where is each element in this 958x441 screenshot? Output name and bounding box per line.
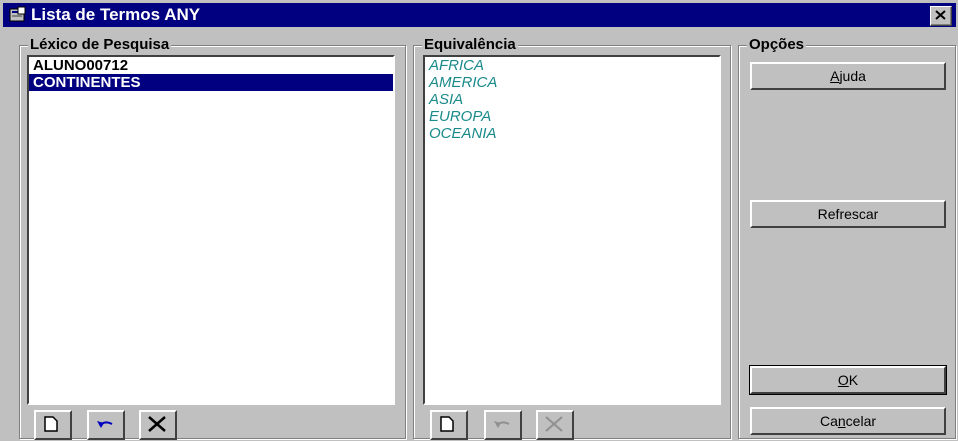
- list-item[interactable]: ASIA: [425, 91, 719, 108]
- window-title: Lista de Termos ANY: [31, 5, 201, 24]
- new-document-icon: [44, 416, 58, 432]
- list-item-selected[interactable]: CONTINENTES: [29, 74, 393, 91]
- ok-label-post: K: [848, 372, 859, 388]
- list-item[interactable]: ALUNO00712: [29, 57, 393, 74]
- delete-icon: [545, 416, 563, 432]
- equivalencia-delete-button: [536, 410, 574, 440]
- lexico-group-label: Léxico de Pesquisa: [28, 36, 172, 54]
- cancelar-label-post: celar: [845, 413, 877, 429]
- lexico-listbox[interactable]: ALUNO00712 CONTINENTES: [27, 55, 395, 405]
- equivalencia-group-label: Equivalência: [422, 36, 518, 54]
- app-icon: [9, 6, 27, 24]
- title-bar[interactable]: Lista de Termos ANY: [3, 3, 956, 27]
- ok-label-accel: O: [837, 372, 849, 388]
- equivalencia-undo-button: [484, 410, 522, 440]
- cancelar-button[interactable]: Ca n celar: [750, 407, 946, 435]
- close-button[interactable]: [930, 6, 952, 26]
- undo-icon: [97, 421, 113, 428]
- ajuda-button[interactable]: Ajuda: [750, 62, 946, 90]
- ok-button[interactable]: OK: [749, 365, 947, 395]
- list-item[interactable]: EUROPA: [425, 108, 719, 125]
- list-item[interactable]: AFRICA: [425, 57, 719, 74]
- lexico-delete-button[interactable]: [139, 410, 177, 440]
- lexico-new-button[interactable]: [34, 410, 72, 440]
- list-item[interactable]: AMERICA: [425, 74, 719, 91]
- opcoes-group-label: Opções: [747, 36, 807, 54]
- undo-icon: [494, 421, 510, 428]
- cancelar-label-pre: Ca: [819, 413, 838, 429]
- ajuda-label-post: juda: [839, 68, 866, 84]
- equivalencia-new-button[interactable]: [430, 410, 468, 440]
- lexico-undo-button[interactable]: [87, 410, 125, 440]
- refrescar-label: Refrescar: [817, 206, 879, 222]
- cancelar-label-accel: n: [837, 413, 846, 429]
- refrescar-button[interactable]: Refrescar: [750, 200, 946, 228]
- equivalencia-listbox[interactable]: AFRICA AMERICA ASIA EUROPA OCEANIA: [423, 55, 721, 405]
- delete-icon: [148, 416, 166, 432]
- close-icon: [935, 10, 946, 20]
- new-document-icon: [440, 416, 454, 432]
- list-item[interactable]: OCEANIA: [425, 125, 719, 142]
